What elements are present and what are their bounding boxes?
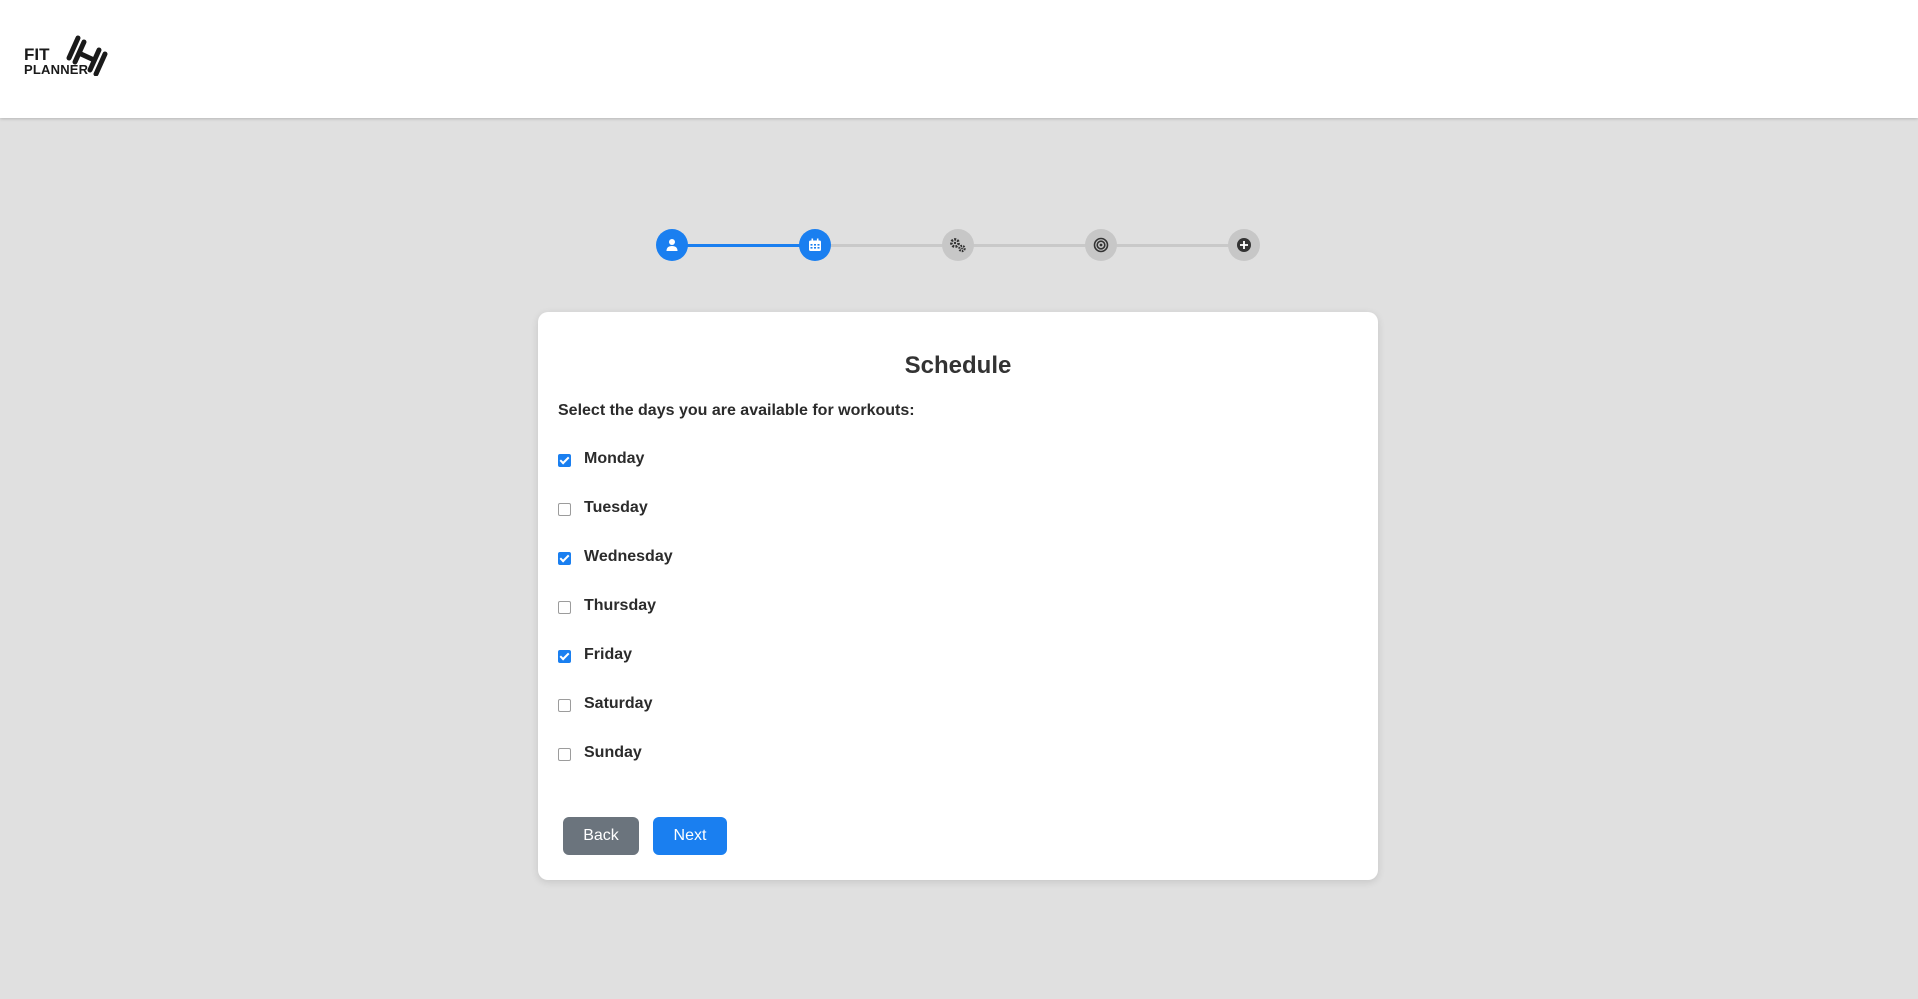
availability-prompt: Select the days you are available for wo… — [558, 402, 915, 419]
step-preferences[interactable] — [942, 229, 974, 261]
day-label[interactable]: Friday — [584, 644, 632, 666]
wednesday-checkbox[interactable] — [558, 552, 571, 565]
day-option-saturday[interactable]: Saturday — [558, 693, 673, 742]
friday-checkbox[interactable] — [558, 650, 571, 663]
app-header: FIT PLANNER — [0, 0, 1918, 118]
step-connector — [958, 244, 1101, 247]
day-option-wednesday[interactable]: Wednesday — [558, 546, 673, 595]
step-profile[interactable] — [656, 229, 688, 261]
day-option-sunday[interactable]: Sunday — [558, 742, 673, 791]
step-goals[interactable] — [1085, 229, 1117, 261]
day-label[interactable]: Saturday — [584, 693, 652, 715]
day-label[interactable]: Monday — [584, 448, 644, 470]
day-label[interactable]: Sunday — [584, 742, 642, 764]
schedule-card: Schedule Select the days you are availab… — [538, 312, 1378, 880]
day-checkbox-list: Monday Tuesday Wednesday Thursday Friday… — [558, 448, 673, 791]
step-connector — [672, 244, 815, 247]
page-title: Schedule — [904, 352, 1012, 379]
plus-circle-icon — [1237, 238, 1251, 252]
fit-planner-logo[interactable]: FIT PLANNER — [24, 32, 114, 80]
target-icon — [1093, 237, 1109, 253]
logo-text-fit: FIT — [24, 45, 50, 64]
sunday-checkbox[interactable] — [558, 748, 571, 761]
day-label[interactable]: Tuesday — [584, 497, 648, 519]
day-option-tuesday[interactable]: Tuesday — [558, 497, 673, 546]
tuesday-checkbox[interactable] — [558, 503, 571, 516]
step-connector — [1101, 244, 1243, 247]
day-option-monday[interactable]: Monday — [558, 448, 673, 497]
step-finish[interactable] — [1228, 229, 1260, 261]
day-label[interactable]: Wednesday — [584, 546, 673, 568]
saturday-checkbox[interactable] — [558, 699, 571, 712]
back-button[interactable]: Back — [563, 817, 639, 855]
day-label[interactable]: Thursday — [584, 595, 656, 617]
dumbbell-icon — [66, 35, 108, 76]
step-connector — [815, 244, 958, 247]
monday-checkbox[interactable] — [558, 454, 571, 467]
next-button[interactable]: Next — [653, 817, 727, 855]
day-option-friday[interactable]: Friday — [558, 644, 673, 693]
day-option-thursday[interactable]: Thursday — [558, 595, 673, 644]
thursday-checkbox[interactable] — [558, 601, 571, 614]
user-icon — [666, 239, 678, 251]
calendar-icon — [809, 238, 821, 251]
progress-stepper — [656, 229, 1260, 261]
gears-icon — [950, 238, 966, 253]
step-schedule[interactable] — [799, 229, 831, 261]
